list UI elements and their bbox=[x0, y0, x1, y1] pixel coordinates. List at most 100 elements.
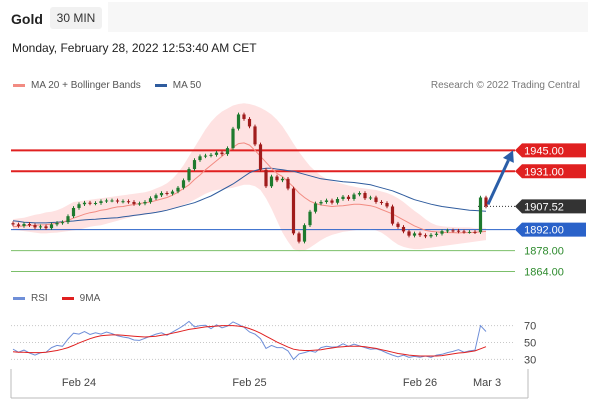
candle-body bbox=[456, 230, 461, 232]
candle-body bbox=[313, 203, 318, 212]
candle-body bbox=[181, 180, 186, 188]
candle-body bbox=[71, 207, 76, 217]
resistance-label-1: 1931.00 bbox=[524, 166, 564, 178]
candle-body bbox=[319, 201, 323, 204]
candle-body bbox=[374, 197, 378, 202]
candle-body bbox=[49, 224, 54, 229]
candle-body bbox=[55, 222, 59, 225]
candle-body bbox=[434, 233, 439, 235]
candle-body bbox=[390, 206, 395, 224]
candle-body bbox=[440, 231, 444, 234]
candle-body bbox=[27, 223, 32, 226]
candle-body bbox=[280, 178, 285, 181]
rsi-tick-label-1: 50 bbox=[524, 338, 536, 350]
rsi-ma9-line bbox=[12, 325, 487, 357]
candle-body bbox=[93, 203, 98, 205]
candle-body bbox=[110, 200, 114, 202]
x-tick-label-3: Mar 3 bbox=[473, 377, 501, 389]
candle-body bbox=[242, 114, 246, 119]
candle-body bbox=[236, 114, 241, 129]
candle-body bbox=[401, 226, 406, 232]
candle-body bbox=[412, 233, 417, 236]
pivot-label-3: 1892.00 bbox=[524, 225, 564, 237]
candle-body bbox=[225, 148, 230, 155]
x-tick-label-0: Feb 24 bbox=[62, 377, 96, 389]
candle-body bbox=[231, 128, 235, 149]
candle-body bbox=[104, 200, 109, 202]
candle-body bbox=[429, 234, 433, 237]
candle-body bbox=[396, 223, 400, 227]
candle-body bbox=[473, 231, 477, 233]
candle-body bbox=[22, 223, 26, 226]
candle-body bbox=[44, 226, 48, 229]
candle-body bbox=[137, 203, 142, 205]
candle-body bbox=[220, 152, 224, 155]
candle-body bbox=[132, 201, 136, 204]
candle-body bbox=[385, 203, 389, 207]
candle-body bbox=[209, 154, 213, 156]
candle-body bbox=[324, 200, 329, 202]
candle-body bbox=[286, 178, 290, 189]
candle-body bbox=[253, 126, 257, 145]
candle-body bbox=[121, 201, 125, 203]
candle-body bbox=[478, 197, 483, 233]
candle-body bbox=[60, 222, 65, 224]
candle-body bbox=[33, 225, 37, 228]
support-label-4: 1878.00 bbox=[524, 246, 564, 258]
x-tick-label-1: Feb 25 bbox=[232, 377, 266, 389]
candle-body bbox=[297, 233, 301, 242]
projection-arrow-line bbox=[486, 159, 510, 206]
candle-body bbox=[275, 176, 279, 181]
candle-body bbox=[462, 231, 466, 233]
candle-body bbox=[126, 201, 131, 203]
candle-body bbox=[418, 233, 422, 236]
support-label-5: 1864.00 bbox=[524, 267, 564, 279]
candle-body bbox=[423, 235, 428, 237]
candle-body bbox=[77, 204, 81, 208]
candle-body bbox=[38, 226, 43, 228]
candle-body bbox=[352, 194, 356, 199]
candle-body bbox=[330, 200, 334, 203]
candle-body bbox=[159, 192, 164, 196]
candle-body bbox=[176, 187, 180, 192]
rsi-tick-label-0: 70 bbox=[524, 321, 536, 333]
candle-body bbox=[66, 216, 70, 223]
candle-body bbox=[269, 176, 274, 187]
candle-body bbox=[467, 231, 472, 233]
candle-body bbox=[379, 201, 384, 204]
rsi-panel: 70 50 30 bbox=[11, 320, 536, 366]
candle-body bbox=[341, 196, 345, 199]
projection-arrow-layer bbox=[486, 150, 514, 206]
candle-body bbox=[143, 201, 147, 204]
candle-body bbox=[214, 152, 219, 155]
candle-body bbox=[88, 202, 92, 204]
level-labels-layer: 1945.00 1931.00 1907.52 1892.00 1878.00 1864.… bbox=[515, 143, 586, 279]
candle-body bbox=[346, 196, 351, 199]
candle-body bbox=[187, 169, 191, 181]
x-tick-label-2: Feb 26 bbox=[403, 377, 437, 389]
candle-body bbox=[302, 225, 307, 242]
candle-body bbox=[308, 211, 312, 226]
resistance-label-0: 1945.00 bbox=[524, 145, 564, 157]
rsi-tick-label-2: 30 bbox=[524, 354, 536, 366]
candle-body bbox=[11, 223, 15, 225]
candle-body bbox=[99, 201, 103, 204]
candle-body bbox=[82, 202, 87, 205]
candle-body bbox=[357, 192, 362, 195]
candle-body bbox=[192, 160, 197, 170]
rsi-line bbox=[12, 320, 487, 361]
candle-body bbox=[445, 230, 450, 232]
candle-body bbox=[115, 200, 120, 202]
candle-body bbox=[363, 192, 367, 199]
time-axis: Feb 24 Feb 25 Feb 26 Mar 3 bbox=[10, 369, 529, 399]
candle-body bbox=[407, 231, 411, 236]
candle-body bbox=[154, 195, 158, 199]
candle-body bbox=[335, 198, 340, 203]
candle-body bbox=[165, 192, 169, 194]
current-label-2: 1907.52 bbox=[524, 201, 564, 213]
candle-body bbox=[16, 224, 21, 226]
candle-body bbox=[170, 191, 175, 194]
candle-body bbox=[451, 230, 455, 232]
candle-body bbox=[247, 118, 252, 127]
candle-body bbox=[258, 144, 263, 170]
